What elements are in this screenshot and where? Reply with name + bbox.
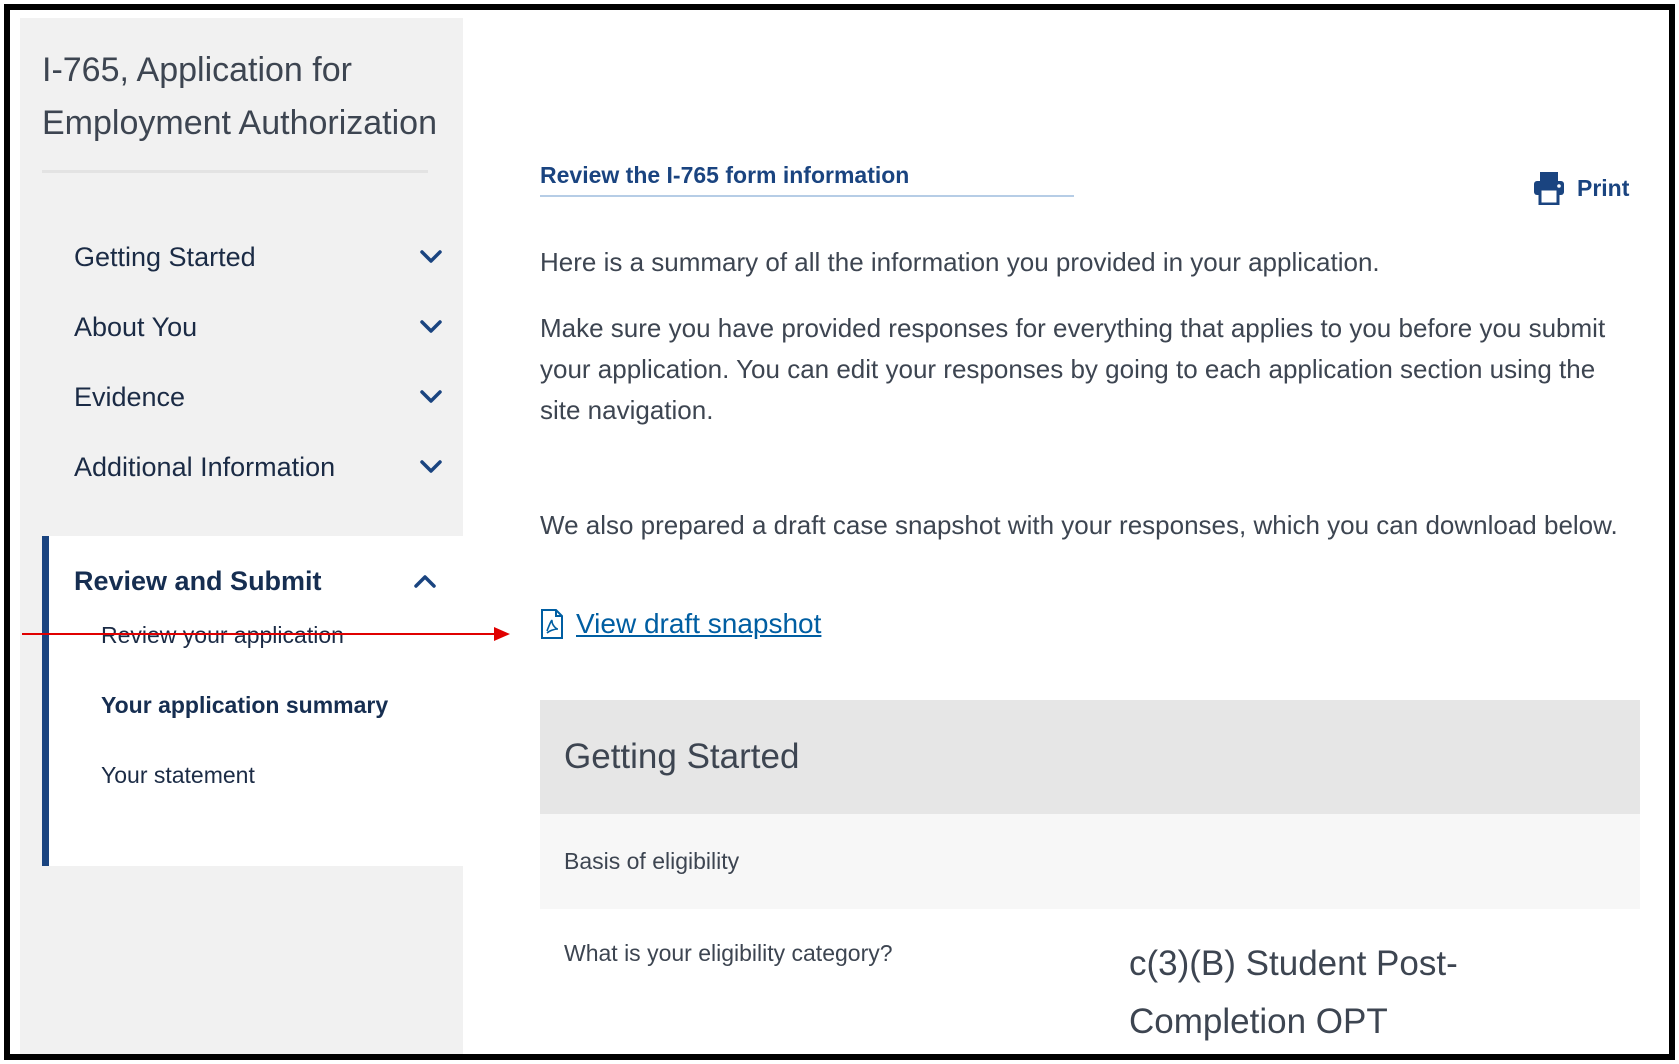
- chevron-up-icon: [412, 568, 438, 594]
- summary-section-title: Getting Started: [540, 700, 1640, 814]
- snapshot-info-text: We also prepared a draft case snapshot w…: [540, 510, 1618, 540]
- sidebar-nav: I-765, Application for Employment Author…: [20, 18, 463, 1054]
- sidebar-subitem-your-application-summary[interactable]: Your application summary: [101, 692, 388, 719]
- print-button[interactable]: Print: [1533, 171, 1629, 205]
- sidebar-section-review-and-submit: Review and Submit Review your applicatio…: [42, 536, 463, 866]
- sidebar-item-additional-information[interactable]: Additional Information: [74, 442, 444, 492]
- question-label: What is your eligibility category?: [564, 940, 893, 966]
- answer-value: c(3)(B) Student Post-Completion OPT: [1129, 944, 1458, 1041]
- sidebar-item-label: About You: [74, 311, 198, 342]
- printer-icon: [1534, 172, 1564, 205]
- chevron-down-icon: [418, 314, 444, 340]
- sidebar-item-about-you[interactable]: About You: [74, 302, 444, 352]
- summary-instructions-text: Make sure you have provided responses fo…: [540, 313, 1606, 425]
- pdf-file-icon: [541, 609, 563, 639]
- sidebar-item-label: Additional Information: [74, 451, 336, 482]
- sidebar-item-evidence[interactable]: Evidence: [74, 372, 444, 422]
- print-label: Print: [1577, 174, 1630, 201]
- page-heading: Review the I-765 form information: [540, 162, 910, 188]
- summary-subsection-title: Basis of eligibility: [540, 814, 1640, 909]
- sidebar-item-label: Review and Submit: [74, 565, 322, 596]
- chevron-down-icon: [418, 244, 444, 270]
- chevron-down-icon: [418, 384, 444, 410]
- sidebar-item-review-and-submit[interactable]: Review and Submit: [74, 556, 438, 606]
- sidebar-item-label: Evidence: [74, 381, 186, 412]
- app-title: I-765, Application for Employment Author…: [42, 51, 437, 142]
- heading-underline: [540, 195, 1074, 197]
- chevron-down-icon: [418, 454, 444, 480]
- view-draft-snapshot-link[interactable]: View draft snapshot: [540, 608, 821, 640]
- main-content: Review the I-765 form information Print …: [463, 10, 1669, 1054]
- sidebar-subitem-your-statement[interactable]: Your statement: [101, 762, 255, 789]
- sidebar-item-getting-started[interactable]: Getting Started: [74, 232, 444, 282]
- title-divider: [42, 170, 428, 173]
- snapshot-link-label: View draft snapshot: [576, 608, 822, 639]
- screenshot-frame: I-765, Application for Employment Author…: [4, 4, 1675, 1060]
- annotation-arrow-icon: [22, 627, 510, 641]
- summary-intro-text: Here is a summary of all the information…: [540, 247, 1380, 277]
- sidebar-item-label: Getting Started: [74, 241, 256, 272]
